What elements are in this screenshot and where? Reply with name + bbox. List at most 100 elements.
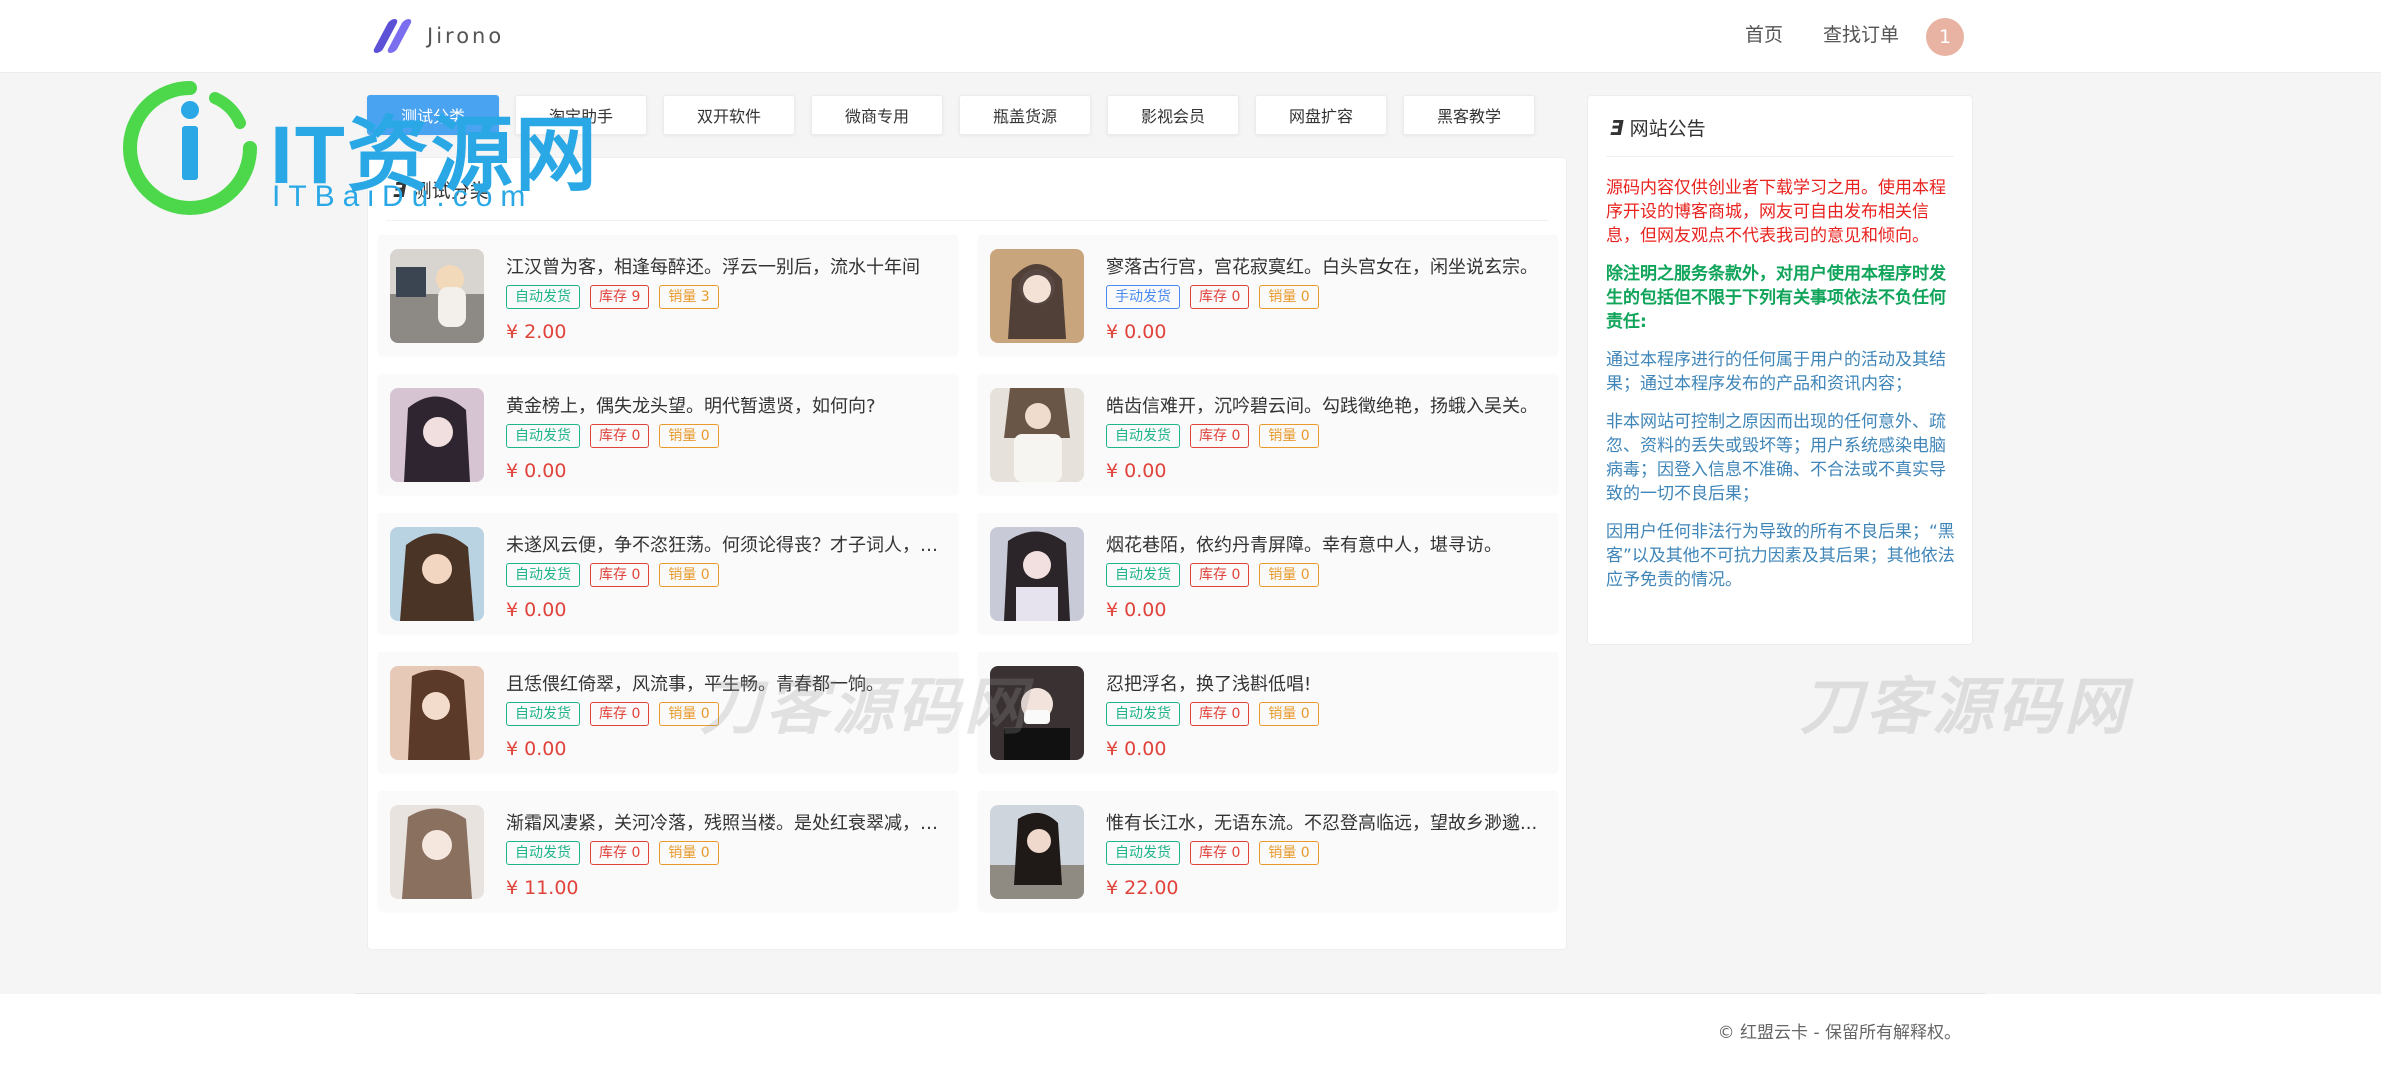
delivery-badge: 自动发货 [506,424,580,448]
product-card[interactable]: 皓齿信难开，沉吟碧云间。勾践徵绝艳，扬蛾入吴关。 自动发货 库存 0 销量 0 … [978,374,1558,494]
product-thumbnail[interactable] [390,805,484,899]
user-avatar[interactable]: 1 [1926,18,1964,56]
notice-paragraph: 通过本程序进行的任何属于用户的活动及其结果；通过本程序发布的产品和资讯内容； [1606,350,1946,394]
product-badges: 自动发货 库存 9 销量 3 [506,285,719,309]
product-grid: 江汉曾为客，相逢每醉还。浮云一别后，流水十年间 自动发货 库存 9 销量 3 ¥… [378,235,1558,911]
product-title[interactable]: 忍把浮名，换了浅斟低唱! [1106,670,1546,696]
product-title[interactable]: 江汉曾为客，相逢每醉还。浮云一别后，流水十年间 [506,253,946,279]
stock-badge: 库存 0 [1190,285,1250,309]
delivery-badge: 自动发货 [506,563,580,587]
product-price: ¥ 11.00 [506,877,579,899]
product-title[interactable]: 黄金榜上，偶失龙头望。明代暂遗贤，如何向? [506,392,946,418]
product-title[interactable]: 未遂风云便，争不恣狂荡。何须论得丧？才子词人，自... [506,531,946,557]
sales-badge: 销量 0 [659,424,719,448]
product-title[interactable]: 皓齿信难开，沉吟碧云间。勾践徵绝艳，扬蛾入吴关。 [1106,392,1546,418]
product-badges: 自动发货 库存 0 销量 0 [506,424,719,448]
product-card[interactable]: 惟有长江水，无语东流。不忍登高临远，望故乡渺邈... 自动发货 库存 0 销量 … [978,791,1558,911]
notice-icon: Ǝ [1610,115,1624,140]
delivery-badge: 手动发货 [1106,285,1180,309]
stock-badge: 库存 0 [1190,841,1250,865]
sales-badge: 销量 0 [1259,841,1319,865]
product-thumbnail[interactable] [390,527,484,621]
product-badges: 自动发货 库存 0 销量 0 [1106,424,1319,448]
divider [1606,156,1954,157]
product-price: ¥ 0.00 [1106,321,1167,343]
tab-category-video-vip[interactable]: 影视会员 [1107,95,1239,135]
product-card[interactable]: 忍把浮名，换了浅斟低唱! 自动发货 库存 0 销量 0 ¥ 0.00 [978,652,1558,772]
stock-badge: 库存 9 [590,285,650,309]
product-thumbnail[interactable] [990,249,1084,343]
stock-badge: 库存 0 [590,563,650,587]
product-title[interactable]: 烟花巷陌，依约丹青屏障。幸有意中人，堪寻访。 [1106,531,1546,557]
tab-category-hacker[interactable]: 黑客教学 [1403,95,1535,135]
product-price: ¥ 0.00 [1106,738,1167,760]
product-thumbnail[interactable] [990,527,1084,621]
product-thumbnail[interactable] [390,666,484,760]
footer-divider [355,993,1985,994]
divider [386,220,1548,221]
tab-category-wechat-biz[interactable]: 微商专用 [811,95,943,135]
product-thumbnail[interactable] [390,249,484,343]
stock-badge: 库存 0 [590,702,650,726]
notice-paragraph: 因用户任何非法行为导致的所有不良后果；“黑客”以及其他不可抗力因素及其后果；其他… [1606,522,1955,590]
product-badges: 自动发货 库存 0 销量 0 [1106,563,1319,587]
delivery-badge: 自动发货 [1106,424,1180,448]
tab-category-bottlecap[interactable]: 瓶盖货源 [959,95,1091,135]
top-navbar: Jirono 首页 查找订单 1 [0,0,2381,73]
product-badges: 自动发货 库存 0 销量 0 [506,563,719,587]
product-thumbnail[interactable] [990,805,1084,899]
notice-body: 源码内容仅供创业者下载学习之用。使用本程序开设的博客商城，网友可自由发布相关信息… [1606,176,1956,606]
product-price: ¥ 0.00 [1106,599,1167,621]
delivery-badge: 自动发货 [506,702,580,726]
product-card[interactable]: 烟花巷陌，依约丹青屏障。幸有意中人，堪寻访。 自动发货 库存 0 销量 0 ¥ … [978,513,1558,633]
product-price: ¥ 22.00 [1106,877,1179,899]
product-thumbnail[interactable] [990,388,1084,482]
product-title[interactable]: 惟有长江水，无语东流。不忍登高临远，望故乡渺邈... [1106,809,1546,835]
sales-badge: 销量 0 [1259,702,1319,726]
notice-paragraph: 源码内容仅供创业者下载学习之用。使用本程序开设的博客商城，网友可自由发布相关信息… [1606,178,1946,246]
brand-logo[interactable]: Jirono [371,18,505,54]
stock-badge: 库存 0 [1190,563,1250,587]
product-card[interactable]: 寥落古行宫，宫花寂寞红。白头宫女在，闲坐说玄宗。 手动发货 库存 0 销量 0 … [978,235,1558,355]
product-thumbnail[interactable] [390,388,484,482]
product-card[interactable]: 未遂风云便，争不恣狂荡。何须论得丧？才子词人，自... 自动发货 库存 0 销量… [378,513,958,633]
product-panel: Ǝ 测试分类 江汉曾为客，相逢每醉还。浮云一别后，流水十年间 自动发货 库存 9… [367,157,1567,950]
product-price: ¥ 0.00 [506,599,567,621]
product-badges: 自动发货 库存 0 销量 0 [1106,702,1319,726]
notice-paragraph: 除注明之服务条款外，对用户使用本程序时发生的包括但不限于下列有关事项依法不负任何… [1606,264,1946,332]
tab-category-dual-app[interactable]: 双开软件 [663,95,795,135]
sales-badge: 销量 0 [1259,285,1319,309]
product-badges: 自动发货 库存 0 销量 0 [1106,841,1319,865]
product-card[interactable]: 江汉曾为客，相逢每醉还。浮云一别后，流水十年间 自动发货 库存 9 销量 3 ¥… [378,235,958,355]
product-badges: 自动发货 库存 0 销量 0 [506,841,719,865]
product-badges: 手动发货 库存 0 销量 0 [1106,285,1319,309]
stock-badge: 库存 0 [1190,702,1250,726]
notice-title: 网站公告 [1629,118,1706,140]
copyright-text: © 红盟云卡 - 保留所有解释权。 [1717,1023,1961,1043]
brand-name: Jirono [427,24,505,48]
nav-home-link[interactable]: 首页 [1745,20,1783,47]
product-card[interactable]: 渐霜风凄紧，关河冷落，残照当楼。是处红衰翠减，苒... 自动发货 库存 0 销量… [378,791,958,911]
it-watermark: IT资源网 ITBaiDu.com [120,78,640,218]
footer [0,994,2381,1068]
delivery-badge: 自动发货 [1106,563,1180,587]
product-title[interactable]: 寥落古行宫，宫花寂寞红。白头宫女在，闲坐说玄宗。 [1106,253,1546,279]
tab-category-netdisk[interactable]: 网盘扩容 [1255,95,1387,135]
product-badges: 自动发货 库存 0 销量 0 [506,702,719,726]
sales-badge: 销量 0 [1259,424,1319,448]
site-notice-panel: Ǝ 网站公告 源码内容仅供创业者下载学习之用。使用本程序开设的博客商城，网友可自… [1587,95,1973,645]
delivery-badge: 自动发货 [506,285,580,309]
it-watermark-logo-icon [123,81,257,215]
nav-find-order-link[interactable]: 查找订单 [1823,20,1899,47]
product-card[interactable]: 黄金榜上，偶失龙头望。明代暂遗贤，如何向? 自动发货 库存 0 销量 0 ¥ 0… [378,374,958,494]
product-price: ¥ 0.00 [506,738,567,760]
product-price: ¥ 0.00 [1106,460,1167,482]
it-watermark-subtitle: ITBaiDu.com [272,180,534,213]
brand-mark-icon [371,18,414,54]
product-title[interactable]: 渐霜风凄紧，关河冷落，残照当楼。是处红衰翠减，苒... [506,809,946,835]
product-price: ¥ 0.00 [506,460,567,482]
notice-paragraph: 非本网站可控制之原因而出现的任何意外、疏忽、资料的丢失或毁坏等；用户系统感染电脑… [1606,412,1946,504]
main-nav: 首页 查找订单 [1745,20,1899,47]
sales-badge: 销量 0 [1259,563,1319,587]
notice-header: Ǝ 网站公告 [1610,114,1706,141]
